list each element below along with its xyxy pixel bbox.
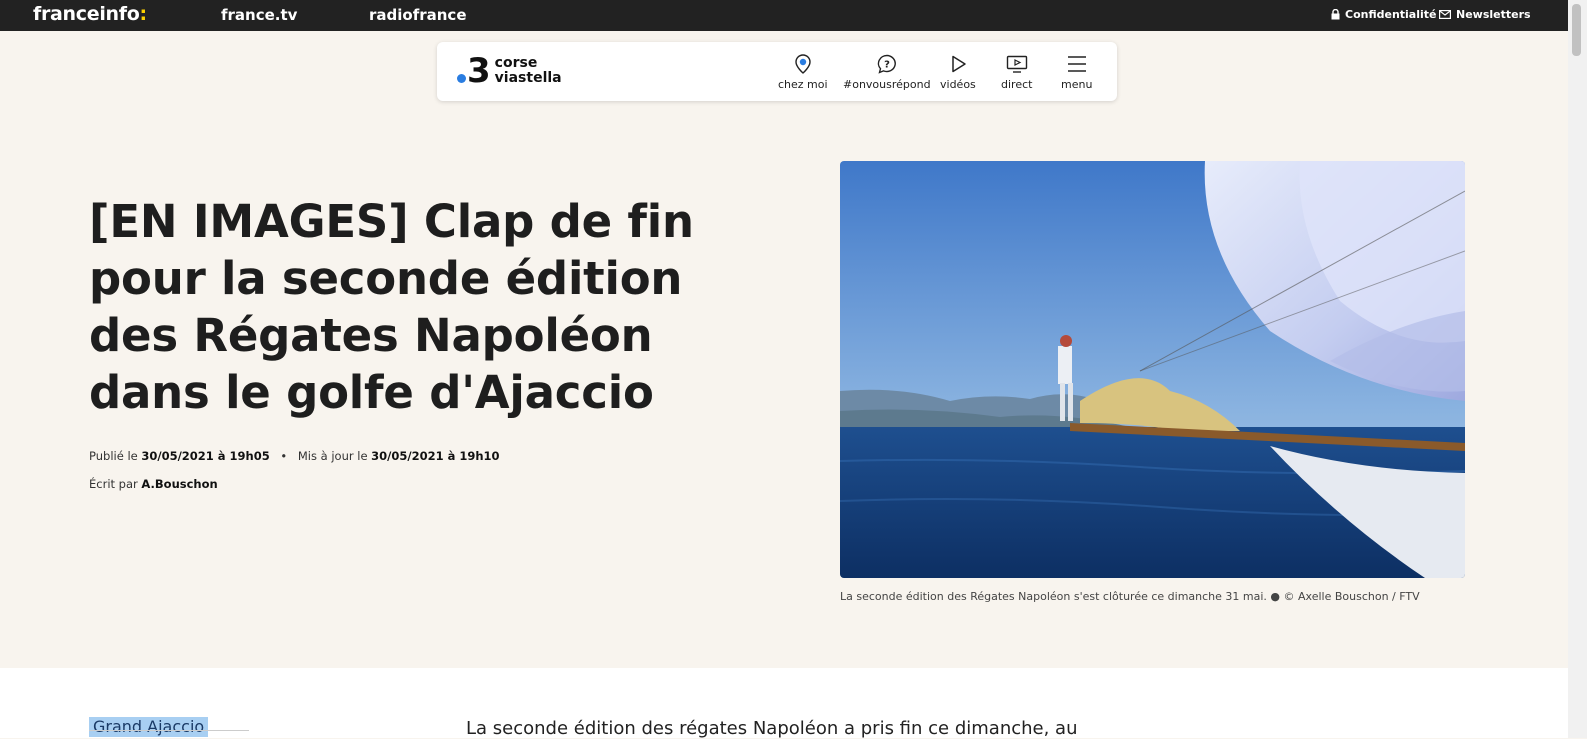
privacy-link[interactable]: Confidentialité xyxy=(1331,8,1437,21)
live-tv-icon xyxy=(1006,55,1027,73)
nav-videos[interactable]: vidéos xyxy=(940,53,976,91)
logo-dot xyxy=(457,74,466,83)
published-date: 30/05/2021 à 19h05 xyxy=(141,449,270,463)
scrollbar-thumb[interactable] xyxy=(1572,4,1581,56)
tag-divider xyxy=(89,730,249,731)
image-caption: La seconde édition des Régates Napoléon … xyxy=(840,590,1420,603)
franceinfo-logo[interactable]: franceinfo: xyxy=(33,3,147,25)
page-scrollbar[interactable] xyxy=(1568,0,1587,738)
privacy-label: Confidentialité xyxy=(1345,8,1437,21)
author-info: Écrit par A.Bouschon xyxy=(89,477,218,491)
nav-chez-moi-label: chez moi xyxy=(778,78,828,91)
logo-line2: viastella xyxy=(494,70,562,86)
nav-direct[interactable]: direct xyxy=(1001,53,1032,91)
global-topbar: franceinfo: france.tv radiofrance Confid… xyxy=(0,0,1568,31)
francetv-link[interactable]: france.tv xyxy=(221,6,297,24)
brand-colon: : xyxy=(139,3,148,25)
newsletters-label: Newsletters xyxy=(1456,8,1531,21)
nav-direct-label: direct xyxy=(1001,78,1033,91)
logo-line1: corse xyxy=(494,55,538,71)
updated-date: 30/05/2021 à 19h10 xyxy=(371,449,500,463)
article-title: [EN IMAGES] Clap de fin pour la seconde … xyxy=(89,195,694,419)
article-intro: La seconde édition des régates Napoléon … xyxy=(466,718,1078,739)
nav-onvousrepond-label: #onvousrépond xyxy=(843,78,931,91)
nav-menu-label: menu xyxy=(1061,78,1093,91)
svg-text:?: ? xyxy=(884,60,890,71)
hamburger-menu-icon xyxy=(1067,56,1086,72)
article-body: Grand Ajaccio La seconde édition des rég… xyxy=(0,668,1568,739)
author-link[interactable]: A.Bouschon xyxy=(141,477,217,491)
region-tag[interactable]: Grand Ajaccio xyxy=(89,717,209,737)
nav-chez-moi[interactable]: chez moi xyxy=(778,53,828,91)
corse-viastella-logo[interactable]: 3 corse viastella xyxy=(457,54,562,88)
article-hero-image xyxy=(840,161,1465,578)
meta-separator: • xyxy=(280,449,288,463)
updated-label: Mis à jour le xyxy=(297,449,368,463)
sailing-photo xyxy=(840,161,1465,578)
nav-onvousrepond[interactable]: ? #onvousrépond xyxy=(843,53,931,91)
published-label: Publié le xyxy=(89,449,138,463)
nav-menu[interactable]: menu xyxy=(1061,53,1092,91)
lock-icon xyxy=(1331,9,1340,20)
nav-videos-label: vidéos xyxy=(940,78,976,91)
question-bubble-icon: ? xyxy=(877,54,896,74)
publication-info: Publié le 30/05/2021 à 19h05 • Mis à jou… xyxy=(89,449,500,463)
mail-icon xyxy=(1439,10,1451,19)
newsletters-link[interactable]: Newsletters xyxy=(1439,8,1531,21)
brand-name: franceinfo xyxy=(33,3,140,25)
author-label: Écrit par xyxy=(89,477,138,491)
site-header: 3 corse viastella chez moi ? #onvousrépo… xyxy=(437,42,1117,101)
play-icon xyxy=(952,55,966,73)
radiofrance-link[interactable]: radiofrance xyxy=(369,6,467,24)
logo-number: 3 xyxy=(467,51,491,91)
location-pin-icon xyxy=(795,54,811,74)
logo-text: corse viastella xyxy=(495,56,562,86)
